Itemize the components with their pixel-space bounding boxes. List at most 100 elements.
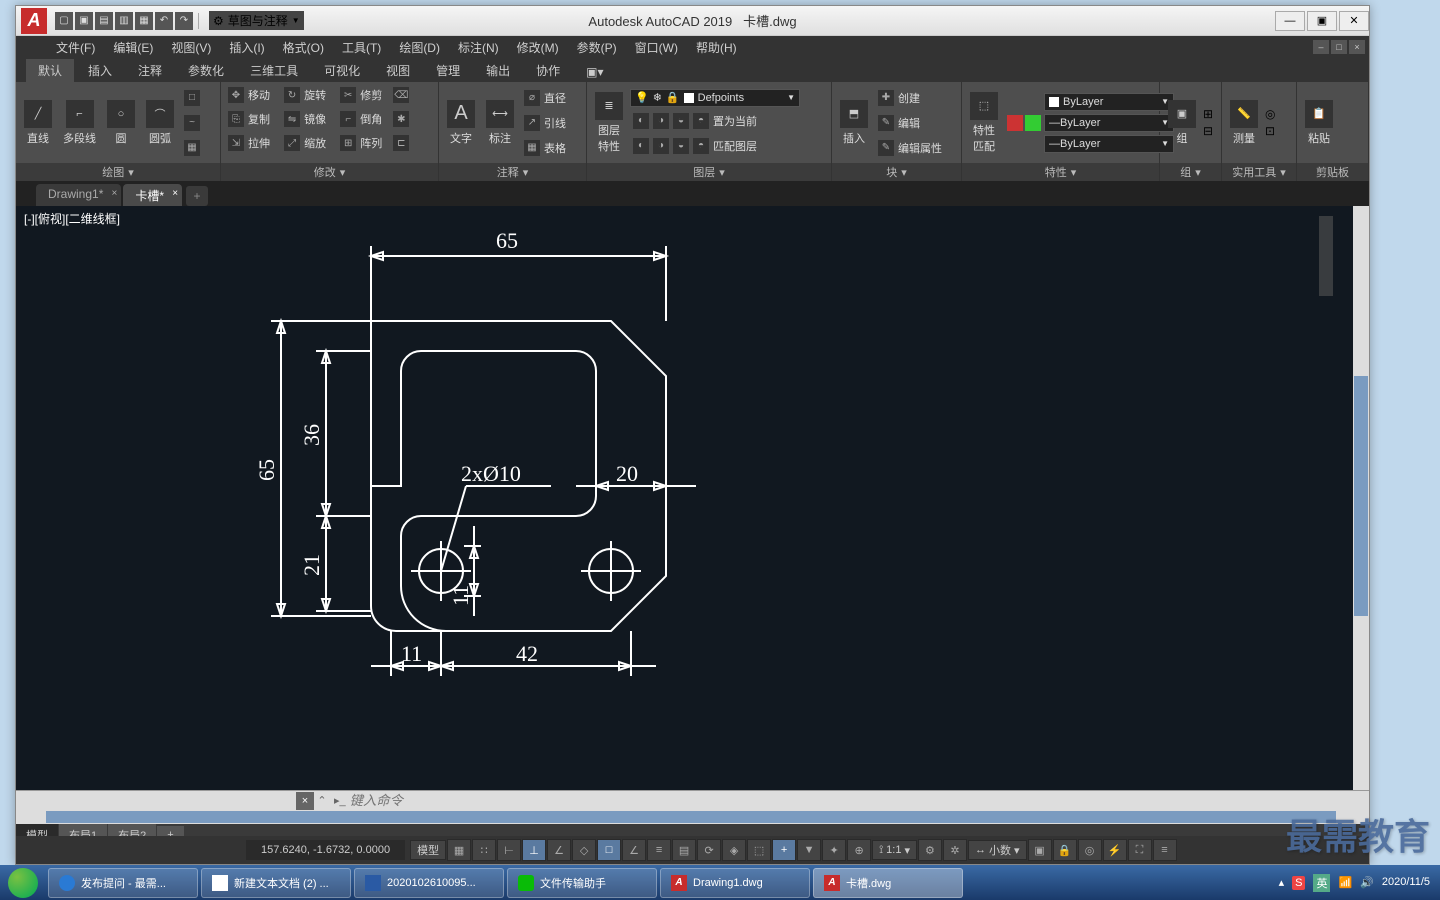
anno-visibility-button[interactable]: ✲ [943,839,967,861]
group-ic2[interactable]: ⊟ [1203,124,1213,138]
workspace-switcher[interactable]: ⚙ 草图与注释 ▼ [209,11,304,30]
util-ic1[interactable]: ◎ [1265,107,1275,121]
menu-format[interactable]: 格式(O) [283,39,324,56]
tab-default[interactable]: 默认 [26,59,74,82]
coordinates-display[interactable]: 157.6240, -1.6732, 0.0000 [246,840,405,860]
navigation-bar[interactable] [1319,216,1333,296]
color-dropdown[interactable]: ByLayer▼ [1044,93,1174,111]
workspace-switch-button[interactable]: ⚙ [918,839,942,861]
tab-insert[interactable]: 插入 [76,59,124,82]
draw-flyout-1[interactable]: □ [181,87,203,109]
move-button[interactable]: 移动 [248,87,270,103]
quickprops-button[interactable]: ▣ [1028,839,1052,861]
new-tab-button[interactable]: + [186,186,208,206]
lwt-button[interactable]: ≡ [647,839,671,861]
menu-tools[interactable]: 工具(T) [342,39,381,56]
mdi-max-button[interactable]: □ [1331,40,1347,54]
paste-button[interactable]: 📋粘贴 [1301,98,1337,148]
close-tab-icon[interactable]: × [112,188,118,199]
dim-button[interactable]: ⟷标注 [482,98,518,148]
tab-parametric[interactable]: 参数化 [176,59,236,82]
ortho-button[interactable]: ⊥ [522,839,546,861]
menu-help[interactable]: 帮助(H) [696,39,737,56]
draw-flyout-2[interactable]: ~ [181,112,203,134]
tab-visualize[interactable]: 可视化 [312,59,372,82]
tab-apps-icon[interactable]: ▣▾ [574,62,615,82]
anno-scale-dropdown[interactable]: ⟟ 1:1 ▾ [872,840,917,860]
grid-button[interactable]: ▦ [447,839,471,861]
layer-ic4[interactable]: ◓ [693,113,709,129]
otrack-button[interactable]: ∠ [622,839,646,861]
qat-saveas-icon[interactable]: ▥ [115,12,133,30]
layer-props-button[interactable]: ≣图层 特性 [591,90,627,156]
layer-ic3[interactable]: ◒ [673,113,689,129]
group-block-title[interactable]: 块 ▾ [832,163,961,181]
measure-button[interactable]: 📏测量 [1226,98,1262,148]
group-draw-title[interactable]: 绘图 ▾ [16,163,220,181]
infer-button[interactable]: ⊢ [497,839,521,861]
start-button[interactable] [0,865,45,900]
arc-button[interactable]: ⌒圆弧 [142,98,178,148]
erase-icon[interactable]: ⌫ [393,87,409,103]
group-props-title[interactable]: 特性 ▾ [962,163,1159,181]
menu-file[interactable]: 文件(F) [56,39,95,56]
task-acad2[interactable]: A卡槽.dwg [813,868,963,898]
file-tab-drawing1[interactable]: Drawing1*× [36,184,121,206]
snap-button[interactable]: ∷ [472,839,496,861]
explode-icon[interactable]: ✱ [393,111,409,127]
command-input[interactable] [350,793,1369,808]
clock[interactable]: 2020/11/5 [1382,876,1430,889]
isolate-button[interactable]: ◎ [1078,839,1102,861]
hardware-accel-button[interactable]: ⚡ [1103,839,1127,861]
trim-button[interactable]: 修剪 [360,87,382,103]
customize-button[interactable]: ≡ [1153,839,1177,861]
group-util-title[interactable]: 实用工具 ▾ [1222,163,1296,181]
tab-output[interactable]: 输出 [474,59,522,82]
clean-screen-button[interactable]: ⛶ [1128,839,1152,861]
util-ic2[interactable]: ⊡ [1265,124,1275,138]
iso-button[interactable]: ◇ [572,839,596,861]
tab-view[interactable]: 视图 [374,59,422,82]
tab-3dtools[interactable]: 三维工具 [238,59,310,82]
layer-ic2[interactable]: ◑ [653,113,669,129]
menu-dim[interactable]: 标注(N) [458,39,499,56]
stretch-button[interactable]: 拉伸 [248,135,270,151]
diameter-button[interactable]: ⌀直径 [521,87,569,109]
color2-icon[interactable] [1025,115,1041,131]
task-wechat[interactable]: 文件传输助手 [507,868,657,898]
linetype-dropdown[interactable]: — ByLayer▼ [1044,135,1174,153]
array-button[interactable]: 阵列 [360,135,382,151]
polyline-button[interactable]: ⌐多段线 [59,98,100,148]
match-layer-button[interactable]: 匹配图层 [713,138,757,154]
task-notepad[interactable]: 新建文本文档 (2) ... [201,868,351,898]
layer-ic1[interactable]: ◐ [633,113,649,129]
lineweight-dropdown[interactable]: — ByLayer▼ [1044,114,1174,132]
layer-ic8[interactable]: ◓ [693,138,709,154]
transparency-button[interactable]: ▤ [672,839,696,861]
polar-button[interactable]: ∠ [547,839,571,861]
mdi-min-button[interactable]: – [1313,40,1329,54]
rotate-button[interactable]: 旋转 [304,87,326,103]
group-annot-title[interactable]: 注释 ▾ [439,163,586,181]
qat-new-icon[interactable]: ▢ [55,12,73,30]
lockui-button[interactable]: 🔒 [1053,839,1077,861]
network-icon[interactable]: 📶 [1338,876,1352,889]
model-space-toggle[interactable]: 模型 [410,840,446,860]
file-tab-kacao[interactable]: 卡槽*× [123,184,182,206]
text-button[interactable]: A文字 [443,98,479,148]
scale-button[interactable]: 缩放 [304,135,326,151]
ime2-icon[interactable]: 英 [1313,874,1330,892]
color-icon[interactable] [1007,115,1023,131]
dyn-input-button[interactable]: + [772,839,796,861]
fillet-button[interactable]: 倒角 [360,111,382,127]
layer-ic5[interactable]: ◐ [633,138,649,154]
menu-modify[interactable]: 修改(M) [517,39,559,56]
group-group-title[interactable]: 组 ▾ [1160,163,1221,181]
tray-expand-icon[interactable]: ▴ [1279,876,1285,889]
tab-annotate[interactable]: 注释 [126,59,174,82]
menu-edit[interactable]: 编辑(E) [113,39,153,56]
leader-button[interactable]: ↗引线 [521,112,569,134]
table-button[interactable]: ▦表格 [521,137,569,159]
menu-view[interactable]: 视图(V) [171,39,211,56]
group-layer-title[interactable]: 图层 ▾ [587,163,831,181]
